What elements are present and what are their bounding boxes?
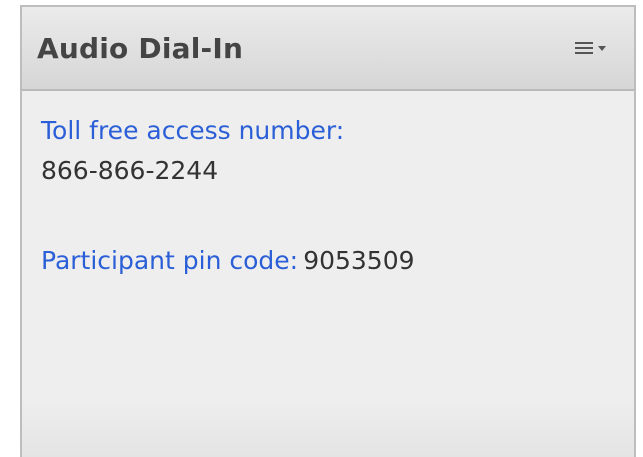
pod-title: Audio Dial-In <box>37 31 244 65</box>
pod-header: Audio Dial-In <box>22 7 634 91</box>
participant-pin-row: Participant pin code: 9053509 <box>41 245 634 277</box>
participant-pin-code: 9053509 <box>303 246 415 275</box>
toll-free-label: Toll free access number: <box>41 116 345 145</box>
participant-pin-label: Participant pin code: <box>41 246 299 275</box>
menu-icon <box>575 42 593 54</box>
toll-free-number: 866-866-2244 <box>41 156 219 185</box>
audio-dial-in-pod: Audio Dial-In Toll free access number: 8… <box>20 5 636 457</box>
pod-menu-button[interactable] <box>569 33 612 63</box>
pod-body: Toll free access number: 866-866-2244 Pa… <box>22 91 634 457</box>
chevron-down-icon <box>598 45 606 51</box>
